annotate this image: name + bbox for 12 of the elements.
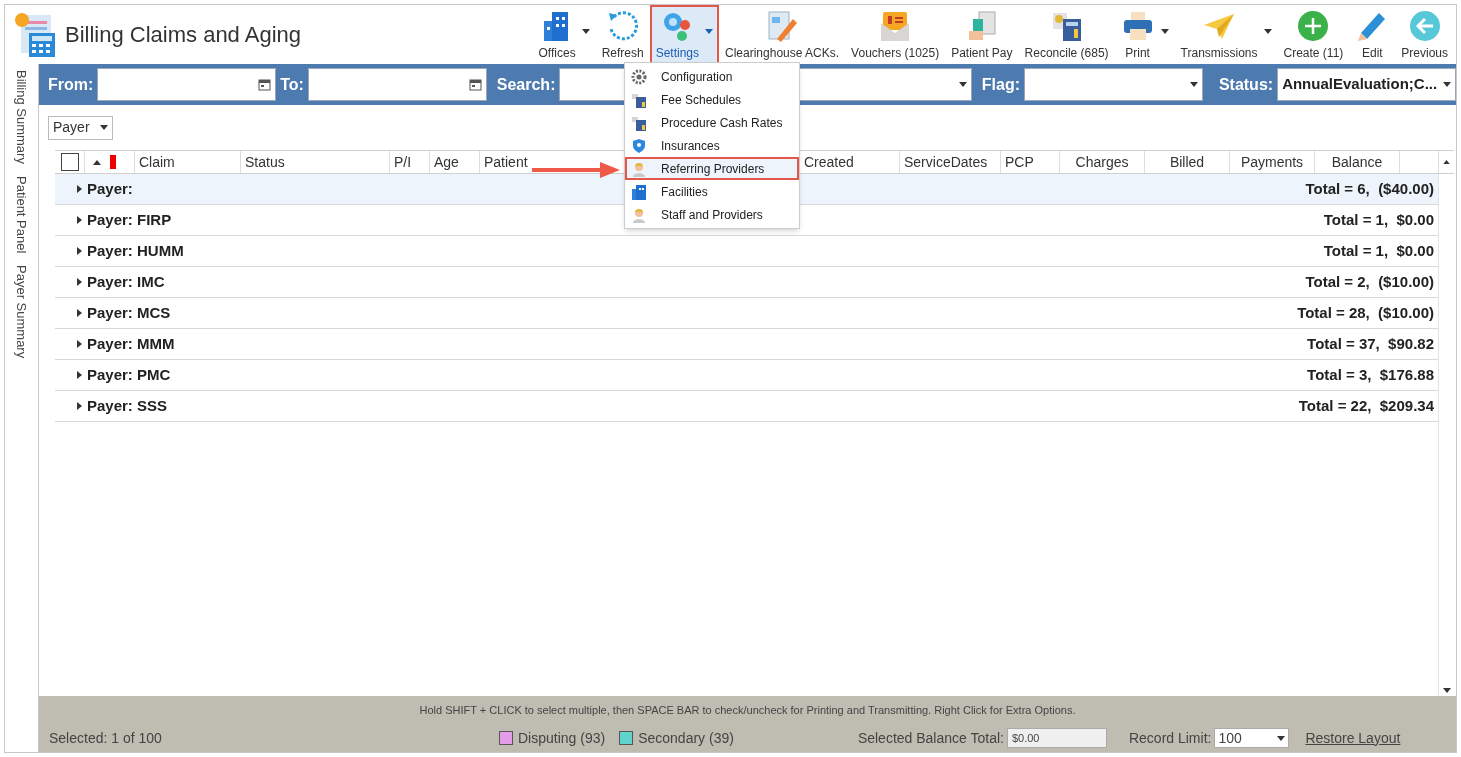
legend-label: Disputing (93) — [518, 728, 606, 748]
field-label: Flag: — [981, 74, 1020, 95]
field-label: Record Limit: — [1128, 728, 1212, 748]
field-label: From: — [48, 74, 94, 95]
field-label: Status: — [1218, 74, 1274, 95]
field-label: Search: — [496, 74, 556, 95]
hint-text: Hold SHIFT + CLICK to select multiple, then SPACE BAR to check/uncheck for Printing and Transmitting. Right Click for Extra Options. — [419, 702, 1076, 718]
window-title: Billing Claims and Aging — [65, 21, 302, 49]
field-label: To: — [280, 74, 304, 95]
selection-count: Selected: 1 of 100 — [49, 728, 163, 748]
field-label: Selected Balance Total: — [857, 728, 1004, 748]
legend-label: Secondary (39) — [638, 728, 734, 748]
